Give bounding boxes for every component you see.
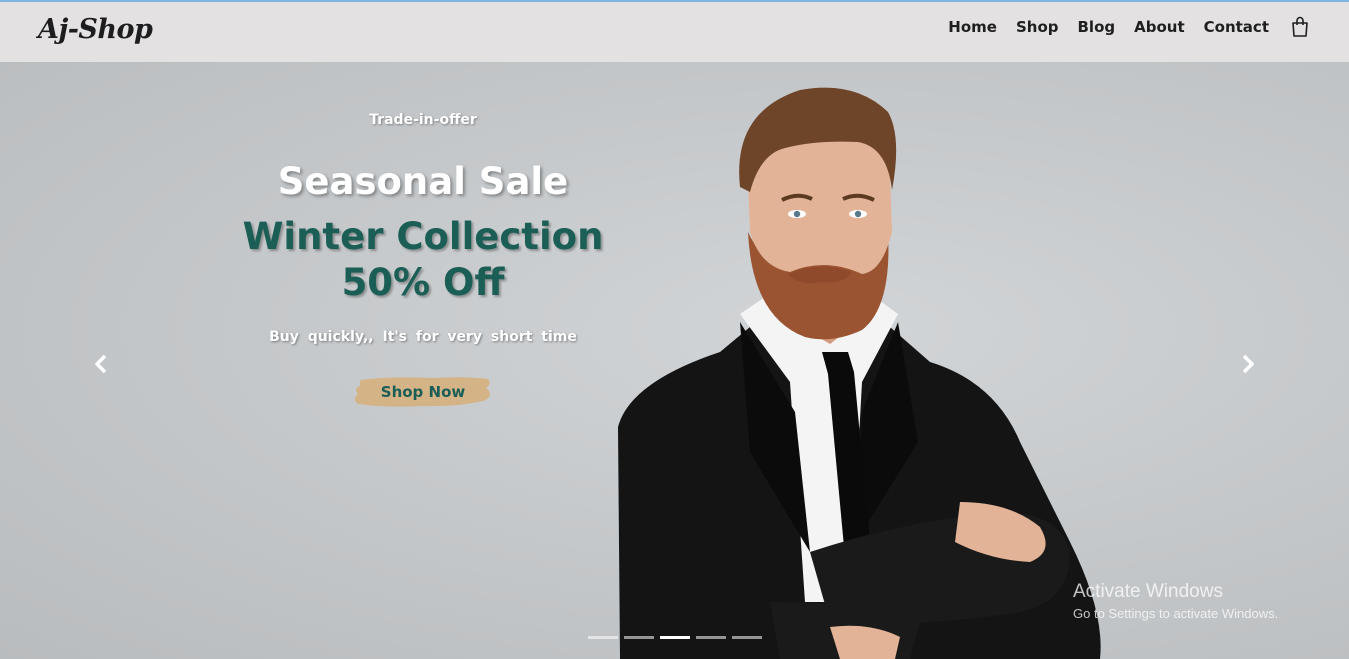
nav-link-about[interactable]: About [1134,18,1185,36]
carousel-indicator-2[interactable] [624,636,654,639]
hero-collection-line1: Winter Collection [242,215,604,258]
hero-collection-line2: 50% Off [341,261,505,304]
hero-eyebrow: Trade-in-offer [369,112,477,128]
activate-windows-watermark: Activate Windows Go to Settings to activ… [1073,581,1278,621]
nav-link-home[interactable]: Home [948,18,997,36]
navbar: Aj-Shop Home Shop Blog About Contact [0,2,1349,62]
nav-link-shop[interactable]: Shop [1016,18,1059,36]
carousel-indicators [588,636,768,639]
carousel-indicator-1[interactable] [588,636,618,639]
shopping-bag-icon[interactable] [1291,16,1309,38]
hero-carousel: Trade-in-offer Seasonal Sale Winter Coll… [0,62,1349,659]
watermark-subtitle: Go to Settings to activate Windows. [1073,606,1279,621]
nav-link-blog[interactable]: Blog [1078,18,1116,36]
hero-collection: Winter Collection 50% Off [200,214,646,306]
carousel-indicator-3[interactable] [660,636,690,639]
chevron-right-icon [1242,354,1254,374]
main-nav: Home Shop Blog About Contact [929,16,1309,38]
hero-model-image [618,87,1101,659]
chevron-left-icon [95,354,107,374]
watermark-title: Activate Windows [1073,581,1223,602]
site-logo[interactable]: Aj-Shop [38,14,153,45]
carousel-indicator-4[interactable] [696,636,726,639]
shop-now-label: Shop Now [380,383,466,401]
carousel-next-button[interactable] [1236,352,1260,376]
carousel-prev-button[interactable] [89,352,113,376]
shop-now-button[interactable]: Shop Now [352,374,494,410]
hero-tagline: Buy quickly,, It's for very short time [269,329,577,345]
hero-headline: Seasonal Sale [277,160,569,203]
nav-link-contact[interactable]: Contact [1204,18,1269,36]
carousel-indicator-5[interactable] [732,636,762,639]
